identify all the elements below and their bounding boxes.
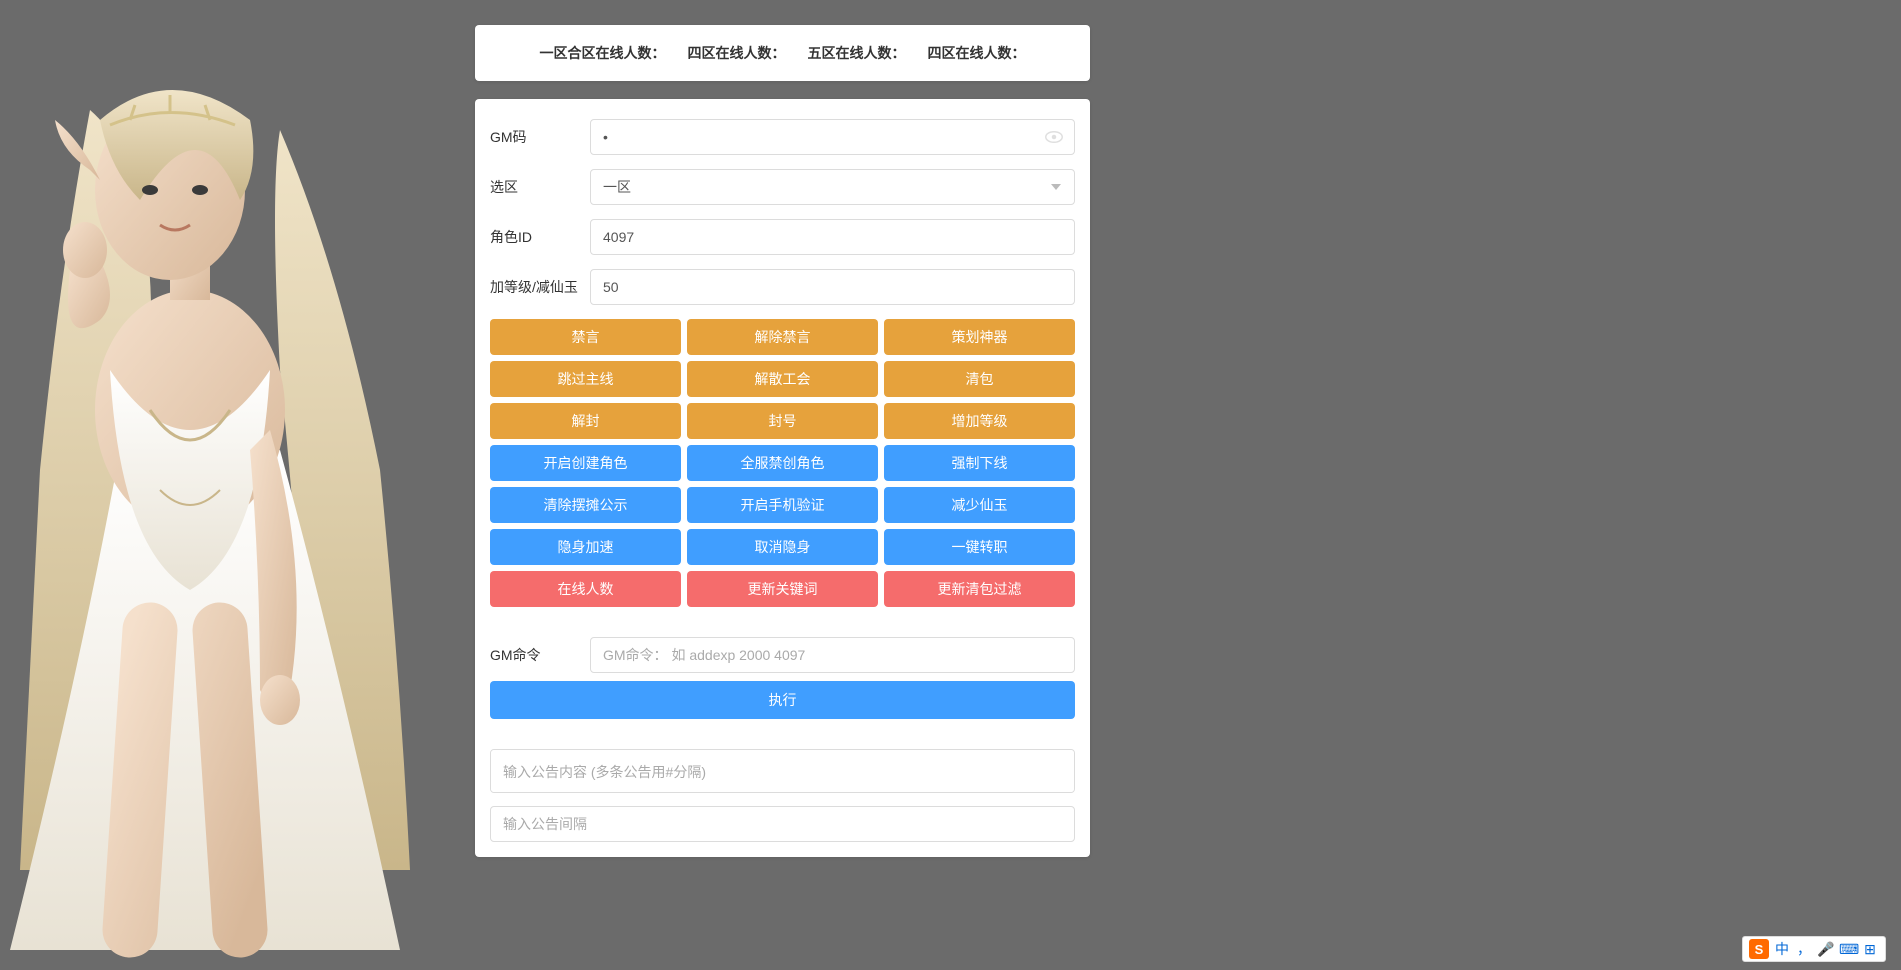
- update-clearbag-filter-button[interactable]: 更新清包过滤: [884, 571, 1075, 607]
- gm-cmd-label: GM命令: [490, 645, 590, 665]
- ban-button[interactable]: 封号: [687, 403, 878, 439]
- oneclick-job-change-button[interactable]: 一键转职: [884, 529, 1075, 565]
- planner-artifact-button[interactable]: 策划神器: [884, 319, 1075, 355]
- gm-code-input[interactable]: [590, 119, 1075, 155]
- gm-cmd-input[interactable]: [590, 637, 1075, 673]
- enable-phone-verify-button[interactable]: 开启手机验证: [687, 487, 878, 523]
- force-offline-button[interactable]: 强制下线: [884, 445, 1075, 481]
- ime-lang-toggle[interactable]: 中: [1773, 939, 1791, 959]
- clear-stall-notice-button[interactable]: 清除摆摊公示: [490, 487, 681, 523]
- reduce-jade-button[interactable]: 减少仙玉: [884, 487, 1075, 523]
- disable-create-role-button[interactable]: 全服禁创角色: [687, 445, 878, 481]
- clear-bag-button[interactable]: 清包: [884, 361, 1075, 397]
- unban-button[interactable]: 解封: [490, 403, 681, 439]
- zone5-count-label: 五区在线人数：: [808, 43, 906, 63]
- zone-select[interactable]: 一区: [590, 169, 1075, 205]
- update-keywords-button[interactable]: 更新关键词: [687, 571, 878, 607]
- level-label: 加等级/减仙玉: [490, 277, 590, 297]
- ime-logo-icon[interactable]: S: [1749, 939, 1769, 959]
- ime-toolbar: S 中 ， 🎤 ⌨ ⊞: [1742, 936, 1886, 962]
- skip-mainline-button[interactable]: 跳过主线: [490, 361, 681, 397]
- mute-button[interactable]: 禁言: [490, 319, 681, 355]
- main-panel: 一区合区在线人数： 四区在线人数： 五区在线人数： 四区在线人数： GM码 选区…: [475, 25, 1090, 857]
- announce-content-input[interactable]: [490, 749, 1075, 793]
- zone-select-label: 选区: [490, 177, 590, 197]
- ime-punct-toggle[interactable]: ，: [1795, 939, 1813, 959]
- cancel-stealth-button[interactable]: 取消隐身: [687, 529, 878, 565]
- zone4a-count-label: 四区在线人数：: [688, 43, 786, 63]
- eye-icon[interactable]: [1045, 131, 1063, 143]
- ime-keyboard-icon[interactable]: ⌨: [1839, 941, 1857, 958]
- action-button-grid: 禁言 解除禁言 策划神器 跳过主线 解散工会 清包 解封 封号 增加等级 开启创…: [490, 319, 1075, 607]
- role-id-input[interactable]: [590, 219, 1075, 255]
- role-id-label: 角色ID: [490, 227, 590, 247]
- level-input[interactable]: [590, 269, 1075, 305]
- online-count-card: 一区合区在线人数： 四区在线人数： 五区在线人数： 四区在线人数：: [475, 25, 1090, 81]
- zone1-count-label: 一区合区在线人数：: [540, 43, 666, 63]
- announce-interval-input[interactable]: [490, 806, 1075, 842]
- enable-create-role-button[interactable]: 开启创建角色: [490, 445, 681, 481]
- execute-button[interactable]: 执行: [490, 681, 1075, 719]
- ime-grid-icon[interactable]: ⊞: [1861, 941, 1879, 958]
- gm-control-card: GM码 选区 一区 角色ID 加等级/减仙玉 禁言 解除禁言 策: [475, 99, 1090, 857]
- character-illustration: [0, 70, 420, 970]
- add-level-button[interactable]: 增加等级: [884, 403, 1075, 439]
- unmute-button[interactable]: 解除禁言: [687, 319, 878, 355]
- zone4b-count-label: 四区在线人数：: [928, 43, 1026, 63]
- gm-code-label: GM码: [490, 127, 590, 147]
- online-count-button[interactable]: 在线人数: [490, 571, 681, 607]
- ime-mic-icon[interactable]: 🎤: [1817, 941, 1835, 958]
- stealth-speed-button[interactable]: 隐身加速: [490, 529, 681, 565]
- disband-guild-button[interactable]: 解散工会: [687, 361, 878, 397]
